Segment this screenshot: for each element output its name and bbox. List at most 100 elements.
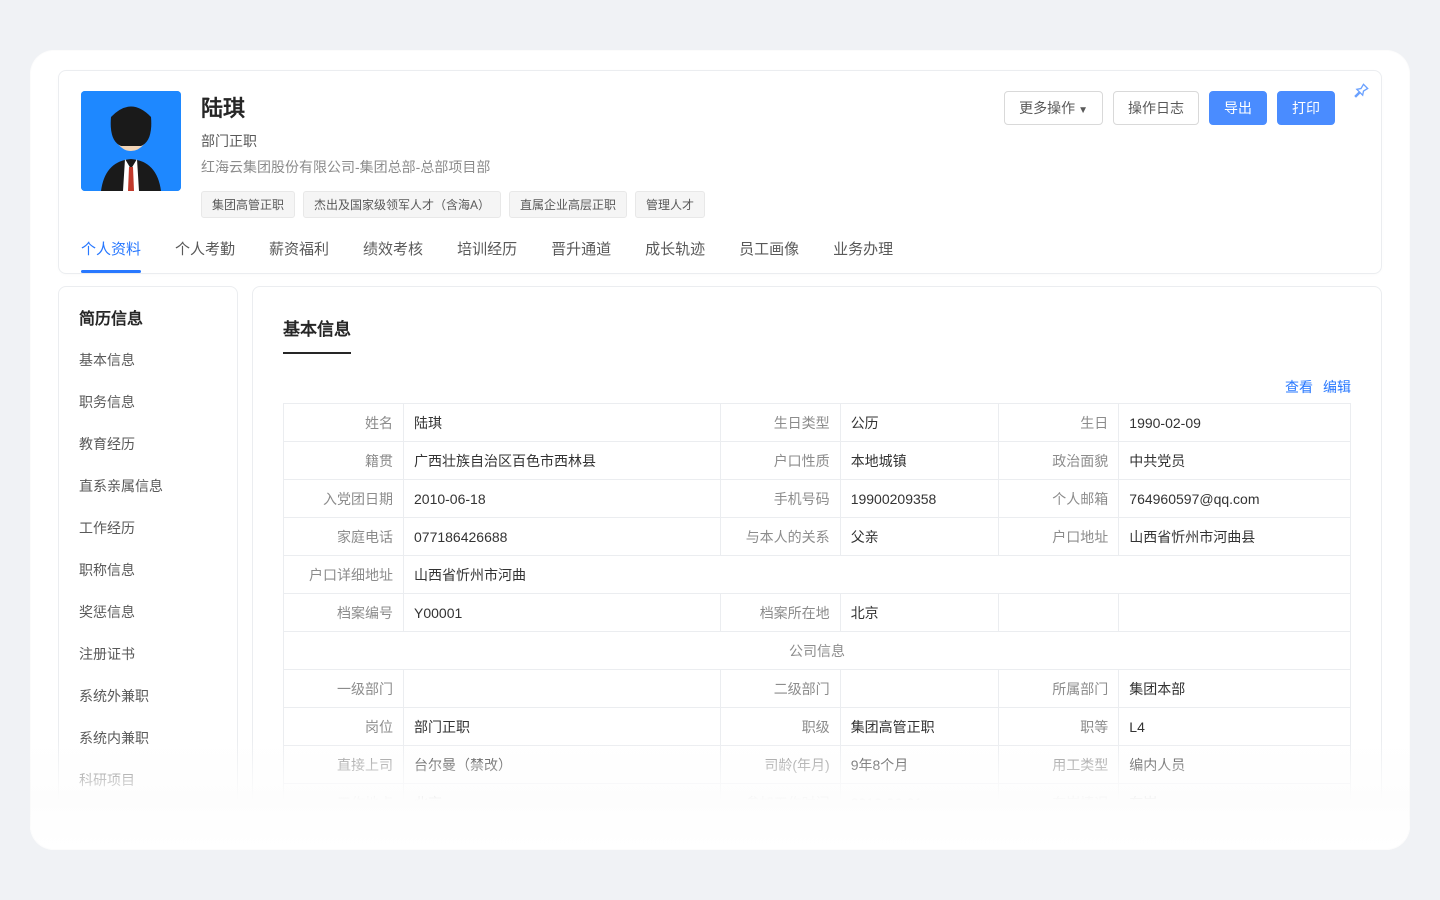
- tab-training[interactable]: 培训经历: [457, 238, 517, 273]
- sidebar-item-education[interactable]: 教育经历: [59, 423, 237, 465]
- sidebar-item-research[interactable]: 科研项目: [59, 759, 237, 801]
- tab-portrait[interactable]: 员工画像: [739, 238, 799, 273]
- app-frame: 陆琪 部门正职 红海云集团股份有限公司-集团总部-总部项目部 集团高管正职 杰出…: [30, 50, 1410, 850]
- value-workloc: 北京: [404, 784, 721, 822]
- sidebar-item-family[interactable]: 直系亲属信息: [59, 465, 237, 507]
- value-dept2: [840, 670, 999, 708]
- label-empty: [999, 594, 1119, 632]
- label-bdtype: 生日类型: [720, 404, 840, 442]
- section-title: 基本信息: [283, 315, 351, 354]
- label-dept: 所属部门: [999, 670, 1119, 708]
- value-dept: 集团本部: [1119, 670, 1351, 708]
- sidebar-item-title[interactable]: 职称信息: [59, 549, 237, 591]
- value-hukoudetail: 山西省忻州市河曲: [404, 556, 1351, 594]
- label-hukouaddr: 户口地址: [999, 518, 1119, 556]
- tab-attendance[interactable]: 个人考勤: [175, 238, 235, 273]
- sidebar-item-work[interactable]: 工作经历: [59, 507, 237, 549]
- value-dept1: [404, 670, 721, 708]
- value-status: 在岗: [1119, 784, 1351, 822]
- sidebar: 简历信息 基本信息 职务信息 教育经历 直系亲属信息 工作经历 职称信息 奖惩信…: [58, 286, 238, 850]
- sidebar-item-basic[interactable]: 基本信息: [59, 339, 237, 381]
- tag: 管理人才: [635, 191, 705, 218]
- tab-salary[interactable]: 薪资福利: [269, 238, 329, 273]
- profile-tags: 集团高管正职 杰出及国家级领军人才（含海A） 直属企业高层正职 管理人才: [201, 191, 984, 218]
- label-birthday: 生日: [999, 404, 1119, 442]
- sidebar-item-int-job[interactable]: 系统内兼职: [59, 717, 237, 759]
- value-hukou: 本地城镇: [840, 442, 999, 480]
- profile-org: 红海云集团股份有限公司-集团总部-总部项目部: [201, 157, 984, 177]
- sidebar-item-paper[interactable]: 论文著作: [59, 801, 237, 843]
- label-dept2: 二级部门: [720, 670, 840, 708]
- print-button[interactable]: 打印: [1277, 91, 1335, 125]
- operation-log-button[interactable]: 操作日志: [1113, 91, 1199, 125]
- label-post: 岗位: [284, 708, 404, 746]
- label-grade: 职等: [999, 708, 1119, 746]
- more-actions-button[interactable]: 更多操作▼: [1004, 91, 1103, 125]
- label-email: 个人邮箱: [999, 480, 1119, 518]
- value-bdtype: 公历: [840, 404, 999, 442]
- tag: 杰出及国家级领军人才（含海A）: [303, 191, 501, 218]
- value-file: Y00001: [404, 594, 721, 632]
- label-name: 姓名: [284, 404, 404, 442]
- label-dept1: 一级部门: [284, 670, 404, 708]
- value-email: 764960597@qq.com: [1119, 480, 1351, 518]
- value-hukouaddr: 山西省忻州市河曲县: [1119, 518, 1351, 556]
- tab-growth[interactable]: 成长轨迹: [645, 238, 705, 273]
- edit-link[interactable]: 编辑: [1323, 377, 1351, 397]
- value-party: 2010-06-18: [404, 480, 721, 518]
- tab-performance[interactable]: 绩效考核: [363, 238, 423, 273]
- label-rank: 职级: [720, 708, 840, 746]
- main-panel: 基本信息 查看 编辑 姓名陆琪 生日类型公历 生日1990-02-09 籍贯广西…: [252, 286, 1382, 850]
- sidebar-title: 简历信息: [59, 305, 237, 339]
- label-joindate: 参加工作时间: [720, 784, 840, 822]
- sidebar-item-ext-job[interactable]: 系统外兼职: [59, 675, 237, 717]
- label-boss: 直接上司: [284, 746, 404, 784]
- value-relation: 父亲: [840, 518, 999, 556]
- view-link[interactable]: 查看: [1285, 377, 1313, 397]
- value-native: 广西壮族自治区百色市西林县: [404, 442, 721, 480]
- value-grade: L4: [1119, 708, 1351, 746]
- value-empty: [1119, 594, 1351, 632]
- tag: 直属企业高层正职: [509, 191, 627, 218]
- tab-personal-info[interactable]: 个人资料: [81, 238, 141, 273]
- profile-name: 陆琪: [201, 91, 984, 123]
- tag: 集团高管正职: [201, 191, 295, 218]
- label-workloc: 工作地点: [284, 784, 404, 822]
- info-table: 姓名陆琪 生日类型公历 生日1990-02-09 籍贯广西壮族自治区百色市西林县…: [283, 403, 1351, 822]
- label-relation: 与本人的关系: [720, 518, 840, 556]
- value-fileloc: 北京: [840, 594, 999, 632]
- value-name: 陆琪: [404, 404, 721, 442]
- label-hukoudetail: 户口详细地址: [284, 556, 404, 594]
- value-political: 中共党员: [1119, 442, 1351, 480]
- label-hukou: 户口性质: [720, 442, 840, 480]
- avatar: [81, 91, 181, 191]
- label-political: 政治面貌: [999, 442, 1119, 480]
- label-mobile: 手机号码: [720, 480, 840, 518]
- pin-icon[interactable]: [1351, 81, 1371, 101]
- label-file: 档案编号: [284, 594, 404, 632]
- value-birthday: 1990-02-09: [1119, 404, 1351, 442]
- value-rank: 集团高管正职: [840, 708, 999, 746]
- label-fileloc: 档案所在地: [720, 594, 840, 632]
- value-home: 077186426688: [404, 518, 721, 556]
- sidebar-item-cert[interactable]: 注册证书: [59, 633, 237, 675]
- value-post: 部门正职: [404, 708, 721, 746]
- tab-business[interactable]: 业务办理: [833, 238, 893, 273]
- caret-down-icon: ▼: [1078, 105, 1088, 116]
- profile-header-card: 陆琪 部门正职 红海云集团股份有限公司-集团总部-总部项目部 集团高管正职 杰出…: [58, 70, 1382, 274]
- value-tenure: 9年8个月: [840, 746, 999, 784]
- sidebar-item-position[interactable]: 职务信息: [59, 381, 237, 423]
- label-party: 入党团日期: [284, 480, 404, 518]
- value-boss: 台尔曼（禁改）: [404, 746, 721, 784]
- label-tenure: 司龄(年月): [720, 746, 840, 784]
- profile-subtitle: 部门正职: [201, 131, 984, 151]
- tab-promotion[interactable]: 晋升通道: [551, 238, 611, 273]
- main-tabs: 个人资料 个人考勤 薪资福利 绩效考核 培训经历 晋升通道 成长轨迹 员工画像 …: [81, 238, 1359, 273]
- company-divider: 公司信息: [284, 632, 1351, 670]
- value-joindate: 2010-06-01: [840, 784, 999, 822]
- label-home: 家庭电话: [284, 518, 404, 556]
- label-native: 籍贯: [284, 442, 404, 480]
- value-mobile: 19900209358: [840, 480, 999, 518]
- sidebar-item-reward[interactable]: 奖惩信息: [59, 591, 237, 633]
- export-button[interactable]: 导出: [1209, 91, 1267, 125]
